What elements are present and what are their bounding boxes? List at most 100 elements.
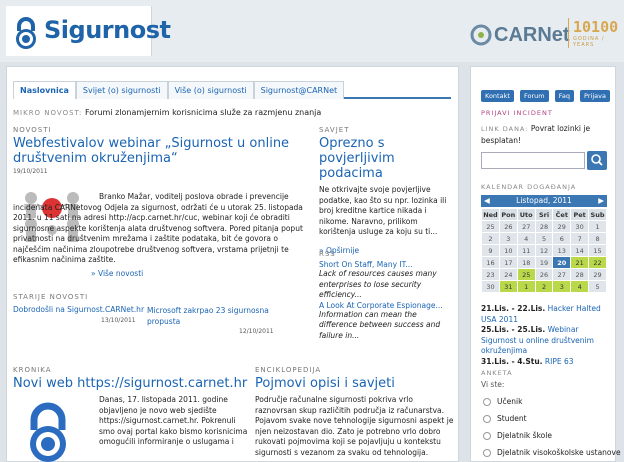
calendar-day[interactable]: 11 [516,244,536,257]
calendar-day-event[interactable]: 4 [570,280,590,293]
rss-label: RSS [319,250,336,258]
radio-button[interactable] [483,415,491,423]
calendar-day[interactable]: 1 [588,220,607,233]
calendar-day-event[interactable]: 31 [498,280,518,293]
news-title[interactable]: Webfestivalov webinar „Sigurnost u onlin… [13,136,303,166]
older-news-date: 13/10/2011 [101,317,136,324]
calendar-day[interactable]: 5 [534,232,554,245]
calendar-day[interactable]: 5 [588,280,607,293]
calendar-day[interactable]: 23 [481,268,500,281]
more-news-link[interactable]: » Više novosti [91,269,143,278]
contact-button[interactable]: Kontakt [481,90,514,102]
calendar-day-today[interactable]: 20 [552,256,572,269]
poll-option-label: Učenik [497,397,523,406]
link-of-day: LINK DANA: Povrat lozinki je besplatan! [481,123,613,146]
calendar-day[interactable]: 28 [534,220,554,233]
calendar-day[interactable]: 16 [481,256,500,269]
calendar-day[interactable]: 8 [588,232,607,245]
event-link[interactable]: RIPE 63 [545,357,574,366]
calendar-day[interactable]: 28 [570,268,590,281]
encyclopedia-label: ENCIKLOPEDIJA [255,366,322,374]
faq-button[interactable]: Faq [554,90,574,102]
poll-option[interactable]: Učenik [483,393,621,410]
calendar-day[interactable]: 3 [498,232,518,245]
older-news-item[interactable]: Dobrodošli na Sigurnost.CARNet.hr [13,305,144,314]
calendar-day[interactable]: 10 [498,244,518,257]
calendar-day[interactable]: 30 [481,280,500,293]
calendar-day[interactable]: 27 [552,268,572,281]
calendar-day-event[interactable]: 2 [534,280,554,293]
main-content: Naslovnica Svijet (o) sigurnosti Više (o… [6,66,459,462]
calendar-day[interactable]: 13 [552,244,572,257]
calendar-day[interactable]: 6 [552,232,572,245]
calendar-day[interactable]: 18 [516,256,536,269]
site-logo[interactable]: Sigurnost [6,6,171,56]
carnet-logo-text[interactable]: CARNet [494,24,570,47]
calendar-day[interactable]: 26 [498,220,518,233]
advice-title[interactable]: Oprezno s povjerljivim podacima [319,136,455,181]
calendar-day[interactable]: 14 [570,244,590,257]
search-button[interactable] [587,151,607,170]
calendar-day-header: Pon [498,208,518,221]
calendar-day[interactable]: 27 [516,220,536,233]
rss-section: RSS Short On Staff, Many IT... Lack of r… [319,250,455,341]
calendar-day[interactable]: 9 [481,244,500,257]
calendar-next[interactable]: ▶ [598,195,604,207]
calendar-day[interactable]: 17 [498,256,518,269]
calendar-day[interactable]: 26 [534,268,554,281]
calendar-day[interactable]: 24 [498,268,518,281]
micro-news-text[interactable]: Forumi zlonamjernim korisnicima služe za… [85,108,321,117]
tab-svijet-sigurnosti[interactable]: Svijet (o) sigurnosti [75,81,168,99]
encyclopedia-section: ENCIKLOPEDIJA Pojmovi opisi i savjeti Po… [255,366,455,458]
radio-button[interactable] [483,398,491,406]
poll-option[interactable]: Student [483,410,621,427]
tab-naslovnica[interactable]: Naslovnica [13,81,76,99]
link-of-day-label: LINK DANA: [481,125,529,133]
calendar-day-event[interactable]: 3 [552,280,572,293]
ten-years-subtitle: GODINA / YEARS [573,36,605,48]
older-news-date: 12/10/2011 [239,328,274,335]
poll-options: Učenik Student Djelatnik škole Djelatnik… [483,393,621,461]
login-button[interactable]: Prijava [580,90,610,102]
older-news-item[interactable]: Microsoft zakrpao 23 sigurnosna propusta [147,305,272,327]
older-news-label: STARIJE NOVOSTI [13,293,89,301]
poll-option[interactable]: Djelatnik škole [483,427,621,444]
calendar-day-event[interactable]: 21 [570,256,590,269]
micro-news-label: MIKRO NOVOST: [13,109,83,117]
calendar-day-header: Sub [588,208,607,221]
calendar-day[interactable]: 12 [534,244,554,257]
calendar-day[interactable]: 29 [552,220,572,233]
calendar-day-event[interactable]: 22 [588,256,607,269]
tab-sigurnost-carnet[interactable]: Sigurnost@CARNet [253,81,345,99]
calendar-day[interactable]: 30 [570,220,590,233]
encyclopedia-title[interactable]: Pojmovi opisi i savjeti [255,376,455,391]
calendar-prev[interactable]: ◀ [484,195,490,207]
rss-link[interactable]: Short On Staff, Many IT... [319,260,455,269]
calendar-day[interactable]: 4 [516,232,536,245]
calendar-day-header: Čet [552,208,572,221]
tab-vise-sigurnosti[interactable]: Više (o) sigurnosti [167,81,254,99]
report-incident-link[interactable]: PRIJAVI INCIDENT [481,109,553,117]
calendar-day[interactable]: 19 [534,256,554,269]
radio-button[interactable] [483,449,491,457]
radio-button[interactable] [483,432,491,440]
calendar-day-event[interactable]: 25 [516,268,536,281]
padlock-image [30,402,66,462]
news-label: NOVOSTI [13,126,52,134]
calendar-day-header: Uto [516,208,536,221]
calendar-day[interactable]: 2 [481,232,500,245]
older-news: STARIJE NOVOSTI Dobrodošli na Sigurnost.… [13,293,309,335]
calendar-label: KALENDAR DOGAĐANJA [481,183,577,191]
poll-option[interactable]: Djelatnik visokoškolske ustanove [483,444,621,461]
ten-years-badge: 10100 GODINA / YEARS [568,18,624,48]
calendar-day-event[interactable]: 1 [516,280,536,293]
search-icon [591,154,603,166]
calendar-day[interactable]: 25 [481,220,500,233]
tab-bar: Naslovnica Svijet (o) sigurnosti Više (o… [13,81,451,99]
rss-link[interactable]: A Look At Corporate Espionage... [319,301,455,310]
calendar-day[interactable]: 15 [588,244,607,257]
forum-button[interactable]: Forum [519,90,549,102]
calendar-day[interactable]: 29 [588,268,607,281]
calendar-day[interactable]: 7 [570,232,590,245]
search-input[interactable] [481,152,585,169]
